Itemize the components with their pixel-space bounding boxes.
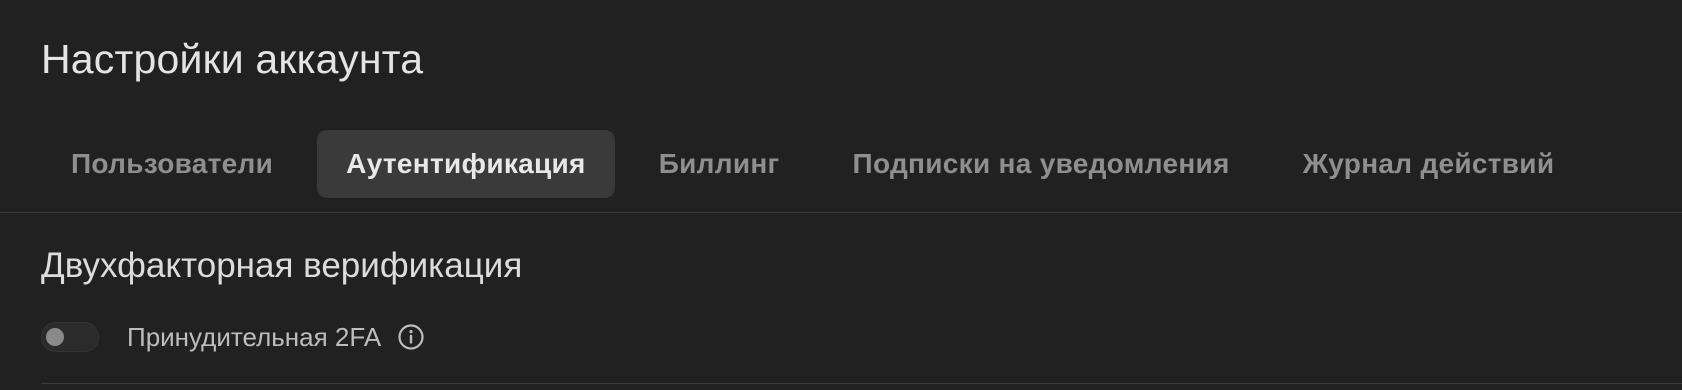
settings-tabs: Пользователи Аутентификация Биллинг Подп…	[42, 130, 1598, 198]
section-title: Двухфакторная верификация	[41, 246, 523, 285]
tab-users[interactable]: Пользователи	[42, 130, 302, 198]
tab-billing[interactable]: Биллинг	[630, 130, 809, 198]
enforce-2fa-setting: Принудительная 2FA	[41, 319, 425, 355]
tab-notification-subscriptions[interactable]: Подписки на уведомления	[824, 130, 1259, 198]
toggle-knob	[46, 328, 64, 346]
section-divider	[41, 383, 1682, 384]
enforce-2fa-toggle[interactable]	[41, 322, 99, 352]
enforce-2fa-label: Принудительная 2FA	[127, 321, 382, 352]
tab-activity-log[interactable]: Журнал действий	[1274, 130, 1584, 198]
page-title: Настройки аккаунта	[41, 36, 424, 82]
info-icon[interactable]	[397, 323, 425, 351]
tabs-divider	[0, 212, 1682, 213]
tab-authentication[interactable]: Аутентификация	[317, 130, 615, 198]
